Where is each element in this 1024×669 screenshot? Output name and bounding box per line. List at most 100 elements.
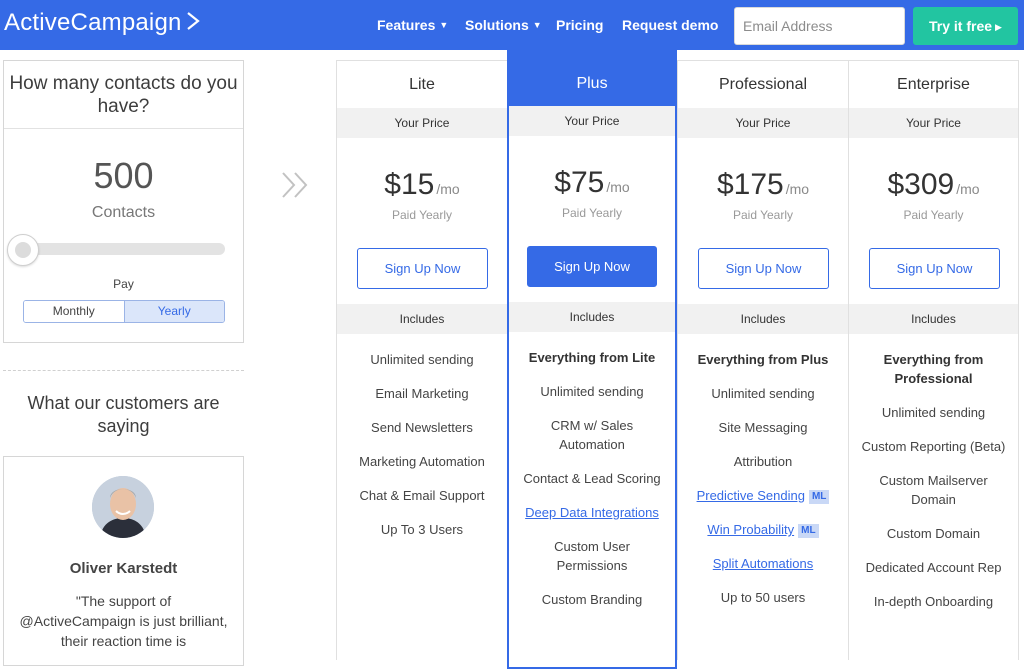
plan-name: Professional	[718, 76, 808, 93]
feature-link[interactable]: Split Automations	[713, 556, 813, 571]
feature-item: Custom User Permissions	[509, 537, 675, 575]
price-amount: $15	[384, 168, 435, 201]
feature-item: CRM w/ Sales Automation	[509, 416, 675, 454]
feature-item[interactable]: Win Probability ML	[678, 520, 848, 539]
ml-badge: ML	[798, 524, 819, 538]
feature-text: Contact & Lead Scoring	[523, 471, 661, 486]
sign-up-button-professional[interactable]: Sign Up Now	[698, 248, 829, 289]
plan-name: Lite	[409, 76, 435, 93]
sign-up-button-enterprise[interactable]: Sign Up Now	[869, 248, 1000, 289]
feature-list: Everything from Plus Unlimited sending Sit…	[678, 334, 848, 607]
feature-item: Site Messaging	[678, 418, 848, 437]
nav-request-demo[interactable]: Request demo	[622, 17, 718, 33]
billing-note: Paid Yearly	[561, 206, 623, 220]
nav-solutions-label: Solutions	[465, 17, 529, 33]
feature-item[interactable]: Deep Data Integrations	[509, 503, 675, 522]
plan-name: Enterprise	[897, 76, 970, 93]
billing-option-monthly[interactable]: Monthly	[24, 301, 124, 322]
feature-item: In-depth Onboarding	[849, 592, 1018, 611]
feature-link[interactable]: Win Probability	[707, 522, 794, 537]
nav-features[interactable]: Features ▼	[377, 17, 448, 33]
customer-avatar	[92, 476, 154, 538]
feature-item: Everything from Professional	[849, 350, 1018, 388]
billing-option-yearly[interactable]: Yearly	[123, 301, 224, 322]
feature-text: Dedicated Account Rep	[865, 560, 1002, 575]
contacts-question: How many contacts do you have?	[9, 73, 238, 117]
billing-note: Paid Yearly	[732, 208, 794, 222]
your-price-label: Your Price	[678, 108, 848, 138]
feature-list: Everything from Professional Unlimited se…	[849, 334, 1018, 611]
top-navigation-bar: ActiveCampaign Features ▼ Solutions ▼ Pric…	[0, 0, 1024, 50]
feature-item: Custom Domain	[849, 524, 1018, 543]
feature-item[interactable]: Predictive Sending ML	[678, 486, 848, 505]
feature-item: Contact & Lead Scoring	[509, 469, 675, 488]
feature-text: Up to 50 users	[720, 590, 806, 605]
feature-text: Custom User Permissions	[554, 539, 630, 573]
nav-pricing[interactable]: Pricing	[556, 17, 603, 33]
contacts-slider-handle[interactable]	[7, 234, 39, 266]
feature-item: Up To 3 Users	[337, 520, 507, 539]
feature-text: Unlimited sending	[881, 405, 986, 420]
feature-item: Unlimited sending	[509, 382, 675, 401]
plan-price: $15/mo	[337, 168, 507, 202]
feature-text: Everything from Professional	[883, 352, 984, 386]
feature-text: Custom Reporting (Beta)	[861, 439, 1006, 454]
plan-column-enterprise: Enterprise Your Price $309/mo Paid Yearl…	[848, 60, 1019, 660]
your-price-label: Your Price	[337, 108, 507, 138]
sign-up-button-plus[interactable]: Sign Up Now	[527, 246, 657, 287]
price-period: /mo	[785, 181, 810, 197]
feature-item[interactable]: Split Automations	[678, 554, 848, 573]
email-address-input[interactable]	[734, 7, 905, 45]
try-it-free-button[interactable]: Try it free ▶	[913, 7, 1018, 45]
customer-name: Oliver Karstedt	[69, 560, 178, 577]
billing-toggle: Monthly Yearly	[23, 300, 225, 323]
price-amount: $309	[887, 168, 955, 201]
contacts-selector-panel: How many contacts do you have? 500 Conta…	[3, 60, 244, 343]
feature-item: Custom Branding	[509, 590, 675, 609]
sign-up-button-lite[interactable]: Sign Up Now	[357, 248, 488, 289]
feature-text: Everything from Lite	[528, 350, 656, 365]
feature-text: Attribution	[733, 454, 793, 469]
price-block: $75/mo Paid Yearly	[509, 136, 675, 246]
arrow-right-icon: ▶	[995, 22, 1002, 32]
feature-text: Custom Branding	[541, 592, 643, 607]
plan-price: $175/mo	[678, 168, 848, 202]
feature-item: Unlimited sending	[849, 403, 1018, 422]
contacts-count: 500	[93, 155, 154, 196]
price-amount: $175	[716, 168, 784, 201]
caret-down-icon: ▼	[532, 20, 542, 30]
feature-item: Email Marketing	[337, 384, 507, 403]
feature-item: Custom Mailserver Domain	[849, 471, 1018, 509]
feature-list: Everything from Lite Unlimited sending CRM…	[509, 332, 675, 609]
nav-request-demo-label: Request demo	[622, 17, 719, 33]
feature-text: Site Messaging	[718, 420, 808, 435]
feature-item: Attribution	[678, 452, 848, 471]
feature-text: Everything from Plus	[697, 352, 829, 367]
nav-pricing-label: Pricing	[556, 17, 604, 33]
nav-solutions[interactable]: Solutions ▼	[465, 17, 542, 33]
price-period: /mo	[436, 181, 460, 197]
includes-label: Includes	[509, 302, 675, 332]
price-block: $175/mo Paid Yearly	[678, 138, 848, 248]
section-divider	[3, 370, 244, 371]
feature-text: Custom Mailserver Domain	[879, 473, 988, 507]
plan-price: $309/mo	[849, 168, 1018, 202]
feature-item: Unlimited sending	[678, 384, 848, 403]
plan-name: Plus	[507, 49, 677, 106]
includes-label: Includes	[337, 304, 507, 334]
feature-link[interactable]: Deep Data Integrations	[525, 505, 659, 520]
feature-link[interactable]: Predictive Sending	[697, 488, 805, 503]
billing-note: Paid Yearly	[391, 208, 453, 222]
feature-text: Unlimited sending	[711, 386, 815, 401]
feature-text: Send Newsletters	[371, 420, 473, 435]
logo-text: ActiveCampaign	[4, 9, 182, 36]
price-amount: $75	[554, 166, 605, 199]
contacts-count-label: Contacts	[91, 204, 156, 221]
divider	[4, 128, 243, 129]
feature-item: Everything from Lite	[509, 348, 675, 367]
price-block: $309/mo Paid Yearly	[849, 138, 1018, 248]
plan-column-professional: Professional Your Price $175/mo Paid Yea…	[677, 60, 848, 660]
contacts-slider-track[interactable]	[20, 243, 225, 255]
nav-features-label: Features	[377, 17, 436, 33]
activecampaign-logo[interactable]: ActiveCampaign	[4, 9, 200, 37]
